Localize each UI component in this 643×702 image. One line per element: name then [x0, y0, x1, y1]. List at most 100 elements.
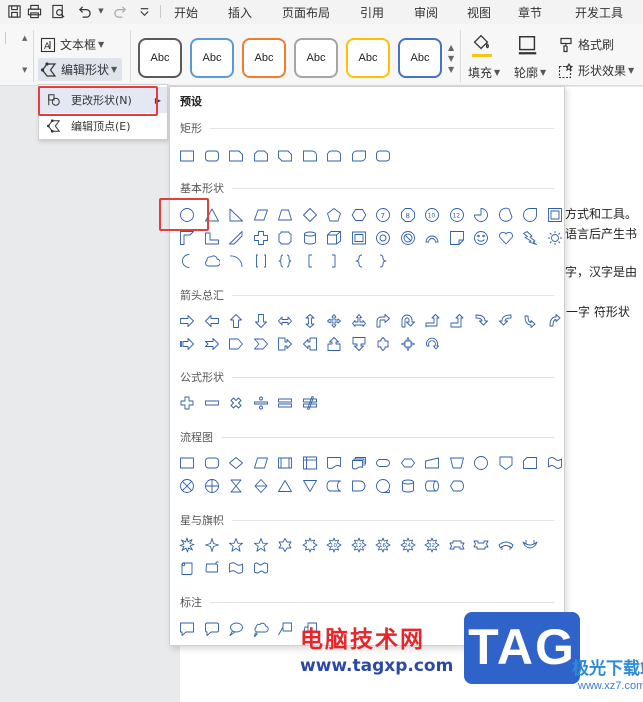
shape-callu-icon[interactable]	[326, 336, 342, 352]
shape-curvrib2-icon[interactable]	[522, 537, 538, 553]
shape-pentarr-icon[interactable]	[228, 336, 244, 352]
shape-star24-icon[interactable]: 24	[400, 537, 416, 553]
shape-cline1-icon[interactable]	[277, 621, 293, 637]
shape-style-6[interactable]: Abc	[398, 38, 442, 78]
shape-fprocess-icon[interactable]	[179, 455, 195, 471]
shape-aquad-icon[interactable]	[326, 313, 342, 329]
shape-arc-icon[interactable]	[424, 230, 440, 246]
shape-cube-icon[interactable]	[326, 230, 342, 246]
shape-fmerge-icon[interactable]	[302, 478, 318, 494]
shape-bolt-icon[interactable]	[522, 230, 538, 246]
shape-curvl-icon[interactable]	[498, 313, 514, 329]
shape-rrect-icon[interactable]	[204, 148, 220, 164]
shape-foffpage-icon[interactable]	[498, 455, 514, 471]
shape-fstored-icon[interactable]	[326, 478, 342, 494]
tab-section[interactable]: 章节	[518, 4, 542, 21]
shape-fdecision-icon[interactable]	[228, 455, 244, 471]
shape-bentup-icon[interactable]	[449, 313, 465, 329]
shape-rrect-icon[interactable]	[375, 148, 391, 164]
shape-ccloud-icon[interactable]	[253, 621, 269, 637]
shape-star5-icon[interactable]	[228, 537, 244, 553]
shape-corner-icon[interactable]	[204, 230, 220, 246]
shape-ribbonup-icon[interactable]	[449, 537, 465, 553]
tab-home[interactable]: 开始	[174, 4, 198, 21]
shape-tear-icon[interactable]	[522, 207, 538, 223]
shape-callud-icon[interactable]	[375, 336, 391, 352]
shape-wave-icon[interactable]	[228, 560, 244, 576]
shape-star4-icon[interactable]	[204, 537, 220, 553]
shape-rtri-icon[interactable]	[228, 207, 244, 223]
shape-ribbondn-icon[interactable]	[473, 537, 489, 553]
shape-style-1[interactable]: Abc	[138, 38, 182, 78]
shape-effects-button[interactable]: 形状效果 ▼	[558, 62, 634, 79]
shape-ftape-icon[interactable]	[547, 455, 563, 471]
shape-snipd-icon[interactable]	[277, 148, 293, 164]
shape-notched-icon[interactable]	[204, 336, 220, 352]
shape-dwave-icon[interactable]	[253, 560, 269, 576]
tab-insert[interactable]: 插入	[228, 4, 252, 21]
tab-references[interactable]: 引用	[360, 4, 384, 21]
shape-fcard-icon[interactable]	[522, 455, 538, 471]
shape-bent-icon[interactable]	[375, 313, 391, 329]
shape-chevron-icon[interactable]	[253, 336, 269, 352]
customize-qa-icon[interactable]	[136, 3, 152, 19]
tab-page-layout[interactable]: 页面布局	[282, 4, 330, 21]
shape-cloud-icon[interactable]	[204, 253, 220, 269]
shape-falt-icon[interactable]	[204, 455, 220, 471]
shape-mplus-icon[interactable]	[179, 395, 195, 411]
shape-finternal-icon[interactable]	[302, 455, 318, 471]
shape-fdelay-icon[interactable]	[351, 478, 367, 494]
shape-bracketp-icon[interactable]	[253, 253, 269, 269]
shape-meq-icon[interactable]	[277, 395, 293, 411]
shape-mminus-icon[interactable]	[204, 395, 220, 411]
shape-coval-icon[interactable]	[228, 621, 244, 637]
shape-crect-icon[interactable]	[179, 621, 195, 637]
shape-snip2-icon[interactable]	[253, 148, 269, 164]
shape-for-icon[interactable]	[204, 478, 220, 494]
shape-lbrace-icon[interactable]	[351, 253, 367, 269]
shape-round2-icon[interactable]	[326, 148, 342, 164]
shape-al-icon[interactable]	[204, 313, 220, 329]
shape-pent-icon[interactable]	[326, 207, 342, 223]
style-gallery-scroll[interactable]: ▲ ▼ ▼	[448, 42, 454, 75]
print-icon[interactable]	[26, 3, 42, 19]
edit-shape-button[interactable]: 编辑形状 ▼	[38, 58, 123, 81]
shape-fdata-icon[interactable]	[253, 455, 269, 471]
shape-star12-icon[interactable]: 12	[351, 537, 367, 553]
shape-mdiv-icon[interactable]	[253, 395, 269, 411]
shape-bracep-icon[interactable]	[277, 253, 293, 269]
shape-lup-icon[interactable]	[424, 313, 440, 329]
shape-can-icon[interactable]	[302, 230, 318, 246]
redo-icon[interactable]	[112, 3, 128, 19]
shape-half-icon[interactable]	[179, 230, 195, 246]
shape-curvr-icon[interactable]	[473, 313, 489, 329]
save-icon[interactable]	[6, 3, 22, 19]
shape-moon-icon[interactable]	[179, 253, 195, 269]
shape-frame-icon[interactable]	[547, 207, 563, 223]
shape-pie-icon[interactable]	[473, 207, 489, 223]
shape-fcollate-icon[interactable]	[228, 478, 244, 494]
shape-lbr-icon[interactable]	[302, 253, 318, 269]
fill-button[interactable]: 填充 ▼	[468, 64, 500, 81]
shape-donut-icon[interactable]	[375, 230, 391, 246]
tab-developer[interactable]: 开发工具	[575, 4, 623, 21]
shape-fmagdisk-icon[interactable]	[400, 478, 416, 494]
shape-star16-icon[interactable]: 16	[375, 537, 391, 553]
shape-vscroll-icon[interactable]	[179, 560, 195, 576]
shape-dstripe-icon[interactable]	[228, 230, 244, 246]
edit-points-item[interactable]: 编辑顶点(E)	[39, 113, 167, 139]
shape-nosym-icon[interactable]	[400, 230, 416, 246]
textbox-button[interactable]: A 文本框 ▼	[40, 36, 104, 53]
shape-star32-icon[interactable]: 32	[424, 537, 440, 553]
shape-fterm-icon[interactable]	[375, 455, 391, 471]
shape-alru-icon[interactable]	[351, 313, 367, 329]
shape-calll-icon[interactable]	[302, 336, 318, 352]
shape-rect-icon[interactable]	[179, 148, 195, 164]
undo-icon[interactable]	[76, 3, 92, 19]
shape-fold-icon[interactable]	[449, 230, 465, 246]
shape-alr-icon[interactable]	[277, 313, 293, 329]
shape-star6-icon[interactable]	[277, 537, 293, 553]
tab-review[interactable]: 审阅	[414, 4, 438, 21]
shape-round1-icon[interactable]	[302, 148, 318, 164]
shape-curvd-icon[interactable]	[547, 313, 563, 329]
